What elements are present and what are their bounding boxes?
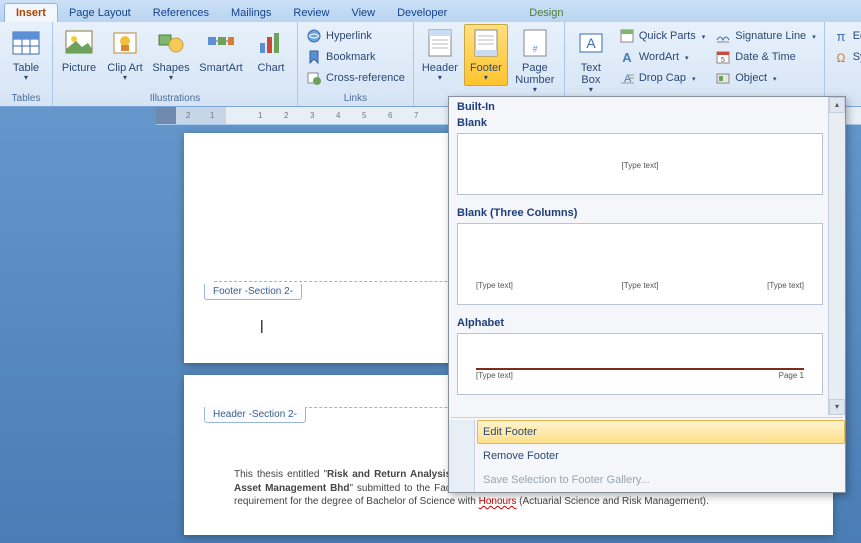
symbol-icon: Ω: [833, 49, 849, 65]
svg-text:5: 5: [721, 57, 725, 64]
group-header-footer: Header Footer #Page Number He: [414, 22, 565, 106]
clipart-button[interactable]: Clip Art: [103, 24, 147, 86]
group-illustrations: Picture Clip Art Shapes SmartArt Chart I…: [53, 22, 298, 106]
group-label-illustrations: Illustrations: [57, 92, 293, 106]
group-label-links: Links: [302, 92, 409, 106]
save-selection-item: Save Selection to Footer Gallery...: [477, 468, 845, 492]
quickparts-button[interactable]: Quick Parts: [615, 26, 709, 46]
group-text: AText Box Quick Parts AWordArt ADrop Cap…: [565, 22, 825, 106]
category-builtin: Built-In: [449, 97, 845, 117]
wordart-icon: A: [619, 49, 635, 65]
svg-text:Ω: Ω: [836, 51, 845, 65]
tab-insert[interactable]: Insert: [4, 3, 58, 22]
svg-text:π: π: [836, 29, 845, 44]
quickparts-icon: [619, 28, 635, 44]
footer-icon: [470, 27, 502, 59]
chart-button[interactable]: Chart: [249, 24, 293, 77]
preview-blank-three-columns[interactable]: [Type text] [Type text] [Type text]: [457, 223, 823, 305]
tab-developer[interactable]: Developer: [386, 4, 458, 22]
footer-tag: Footer -Section 2-: [204, 284, 302, 300]
menu-icon-strip: [449, 420, 475, 492]
bookmark-icon: [306, 49, 322, 65]
footer-gallery-dropdown: ▴ ▾ Built-In Blank [Type text] Blank (Th…: [448, 96, 846, 493]
preview-title-alphabet: Alphabet: [449, 313, 845, 333]
header-button[interactable]: Header: [418, 24, 462, 86]
group-symbols: πEqua ΩSymb: [825, 22, 861, 106]
textbox-icon: A: [575, 27, 607, 59]
tab-references[interactable]: References: [142, 4, 220, 22]
table-button[interactable]: Table: [4, 24, 48, 86]
group-links: Hyperlink Bookmark Cross-reference Links: [298, 22, 414, 106]
preview-blank[interactable]: [Type text]: [457, 133, 823, 195]
gallery-scrollbar[interactable]: ▴ ▾: [828, 97, 845, 415]
tab-page-layout[interactable]: Page Layout: [58, 4, 142, 22]
preview-title-blank3: Blank (Three Columns): [449, 203, 845, 223]
scroll-up-icon[interactable]: ▴: [829, 97, 845, 113]
wordart-button[interactable]: AWordArt: [615, 47, 709, 67]
picture-button[interactable]: Picture: [57, 24, 101, 77]
tab-design[interactable]: Design: [518, 4, 574, 22]
symbol-button[interactable]: ΩSymb: [829, 47, 861, 67]
tab-mailings[interactable]: Mailings: [220, 4, 282, 22]
svg-text:A: A: [586, 35, 596, 51]
preview-title-blank: Blank: [449, 117, 845, 133]
text-cursor: |: [260, 317, 264, 333]
group-tables: Table Tables: [0, 22, 53, 106]
tab-view[interactable]: View: [340, 4, 386, 22]
hyperlink-icon: [306, 28, 322, 44]
edit-footer-item[interactable]: Edit Footer: [477, 420, 845, 444]
crossref-icon: [306, 70, 322, 86]
datetime-button[interactable]: 5Date & Time: [711, 47, 819, 67]
page-number-icon: #: [519, 27, 551, 59]
svg-text:A: A: [622, 50, 632, 65]
hyperlink-button[interactable]: Hyperlink: [302, 26, 409, 46]
datetime-icon: 5: [715, 49, 731, 65]
table-icon: [10, 27, 42, 59]
alphabet-rule-line: [476, 368, 804, 370]
picture-icon: [63, 27, 95, 59]
dropcap-button[interactable]: ADrop Cap: [615, 68, 709, 88]
signature-icon: [715, 28, 731, 44]
tab-review[interactable]: Review: [282, 4, 340, 22]
object-icon: [715, 70, 731, 86]
ribbon-tabs: Insert Page Layout References Mailings R…: [0, 0, 861, 22]
shapes-icon: [155, 27, 187, 59]
ribbon: Table Tables Picture Clip Art Shapes Sma…: [0, 22, 861, 107]
shapes-button[interactable]: Shapes: [149, 24, 193, 86]
group-label-tables: Tables: [4, 92, 48, 106]
scroll-down-icon[interactable]: ▾: [829, 399, 845, 415]
dropcap-icon: A: [619, 70, 635, 86]
page-number-button[interactable]: #Page Number: [510, 24, 560, 98]
equation-button[interactable]: πEqua: [829, 26, 861, 46]
clipart-icon: [109, 27, 141, 59]
svg-text:#: #: [532, 44, 537, 54]
textbox-button[interactable]: AText Box: [569, 24, 613, 98]
equation-icon: π: [833, 28, 849, 44]
smartart-icon: [205, 27, 237, 59]
preview-alphabet[interactable]: [Type text] Page 1: [457, 333, 823, 395]
header-tag: Header -Section 2-: [204, 407, 306, 423]
header-icon: [424, 27, 456, 59]
crossref-button[interactable]: Cross-reference: [302, 68, 409, 88]
signature-line-button[interactable]: Signature Line: [711, 26, 819, 46]
object-button[interactable]: Object: [711, 68, 819, 88]
remove-footer-item[interactable]: Remove Footer: [477, 444, 845, 468]
smartart-button[interactable]: SmartArt: [195, 24, 247, 77]
chart-icon: [255, 27, 287, 59]
footer-button[interactable]: Footer: [464, 24, 508, 86]
bookmark-button[interactable]: Bookmark: [302, 47, 409, 67]
